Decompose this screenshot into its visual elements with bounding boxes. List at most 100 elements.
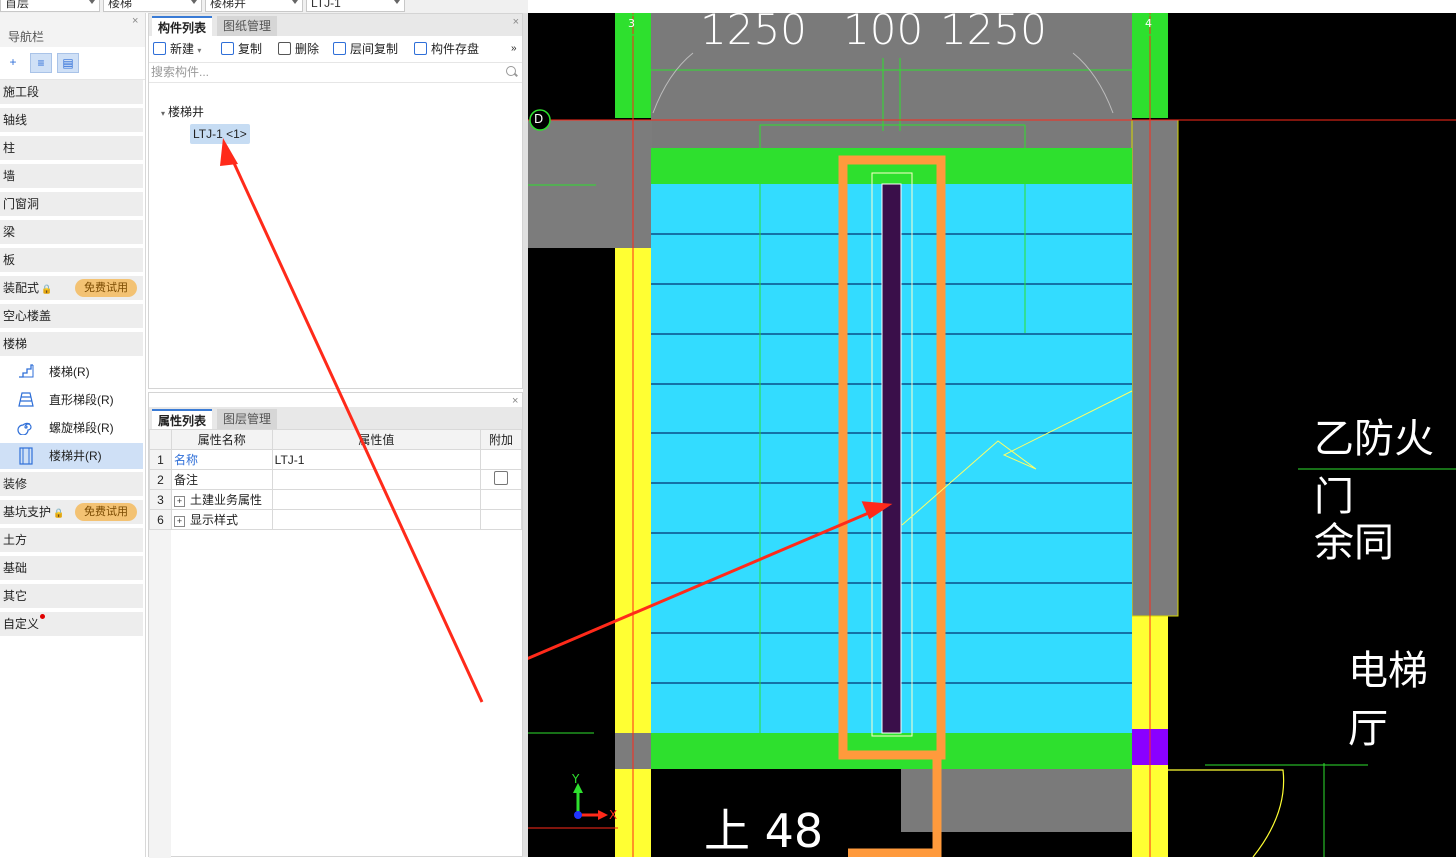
- free-trial-badge[interactable]: 免费试用: [75, 503, 137, 521]
- add-icon[interactable]: +: [2, 53, 24, 73]
- nav-item-construction-section[interactable]: 施工段: [0, 80, 143, 104]
- notification-dot: [40, 614, 45, 619]
- search-placeholder: 搜索构件...: [151, 65, 210, 79]
- category-dropdown[interactable]: 楼梯: [103, 0, 202, 12]
- nav-item-label: 空心楼盖: [3, 309, 52, 323]
- free-trial-badge[interactable]: 免费试用: [75, 279, 137, 297]
- axis-label-4: 4: [1145, 17, 1152, 30]
- search-icon[interactable]: [506, 66, 516, 76]
- nav-item-hollow-floor[interactable]: 空心楼盖: [0, 304, 143, 328]
- component-toolbar: 新建 ▾ 复制 删除 层间复制 构件存盘 »: [149, 36, 522, 63]
- detail-view-icon[interactable]: ▤: [57, 53, 79, 73]
- nav-item-stair[interactable]: 楼梯: [0, 332, 143, 356]
- floor-copy-button[interactable]: 层间复制: [333, 41, 398, 57]
- right-grey-block: [1131, 119, 1179, 617]
- dimension-1250-right: 1250: [940, 13, 1047, 54]
- close-icon[interactable]: ×: [132, 16, 138, 27]
- nav-toolbar: + ≡ ▤: [0, 47, 145, 80]
- tree-root[interactable]: ▾ 楼梯井: [161, 103, 204, 120]
- trash-icon: [278, 42, 291, 55]
- nav-item-label: 自定义: [3, 617, 40, 631]
- copy-button[interactable]: 复制: [221, 41, 262, 57]
- nav-item-label: 基础: [3, 561, 28, 575]
- component-dropdown[interactable]: LTJ-1: [306, 0, 405, 12]
- elevator-hall-label: 电梯厅: [1348, 648, 1428, 752]
- axis-label-d: D: [534, 112, 544, 126]
- save-icon: [414, 42, 427, 55]
- save-component-button-label: 构件存盘: [431, 42, 480, 56]
- nav-sub-label: 直形梯段(R): [49, 393, 114, 407]
- nav-item-label: 土方: [3, 533, 28, 547]
- nav-item-wall[interactable]: 墙: [0, 164, 143, 188]
- nav-sub-straight-flight[interactable]: 直形梯段(R): [0, 387, 143, 413]
- ucs-x-arrow: [598, 810, 608, 820]
- new-icon: [153, 42, 166, 55]
- nav-item-label: 轴线: [3, 113, 28, 127]
- tab-drawing-management[interactable]: 图纸管理: [217, 16, 278, 36]
- component-panel-tabs: 构件列表 图纸管理 ×: [149, 14, 522, 36]
- nav-sub-stairwell[interactable]: 楼梯井(R): [0, 443, 143, 469]
- up-48-label: 上 48: [704, 804, 824, 857]
- door-arc: [1168, 769, 1285, 857]
- nav-sub-label: 楼梯(R): [49, 365, 90, 379]
- nav-panel: × 导航栏 + ≡ ▤ 施工段 轴线 柱 墙 门窗洞 梁 板 装配式 🔒 免费试用…: [0, 13, 146, 857]
- delete-button-label: 删除: [295, 42, 320, 56]
- annotation-overlay: [220, 138, 484, 703]
- component-dropdown-value: LTJ-1: [311, 0, 341, 10]
- list-view-icon[interactable]: ≡: [30, 53, 52, 73]
- nav-item-earthwork[interactable]: 土方: [0, 528, 143, 552]
- nav-item-decoration[interactable]: 装修: [0, 472, 143, 496]
- spiral-flight-icon: [16, 419, 36, 437]
- lock-icon: 🔒: [53, 508, 65, 518]
- save-component-button[interactable]: 构件存盘: [414, 41, 479, 57]
- nav-item-beam[interactable]: 梁: [0, 220, 143, 244]
- nav-item-label: 梁: [3, 225, 16, 239]
- stairwell-icon: [16, 447, 36, 465]
- nav-item-slab[interactable]: 板: [0, 248, 143, 272]
- nav-item-label: 板: [3, 253, 16, 267]
- straight-flight-icon: [16, 391, 36, 409]
- nav-item-prefab[interactable]: 装配式 🔒 免费试用: [0, 276, 143, 300]
- dropdown-arrow-icon: ▾: [197, 46, 202, 55]
- nav-item-label: 基坑支护: [3, 505, 52, 519]
- nav-sub-stair[interactable]: 楼梯(R): [0, 359, 143, 385]
- dimension-1250-left: 1250: [700, 13, 807, 54]
- nav-item-column[interactable]: 柱: [0, 136, 143, 160]
- dimension-100: 100: [843, 13, 924, 54]
- nav-item-axis[interactable]: 轴线: [0, 108, 143, 132]
- tree-root-label: 楼梯井: [168, 105, 205, 119]
- nav-item-label: 柱: [3, 141, 16, 155]
- nav-item-foundation[interactable]: 基础: [0, 556, 143, 580]
- delete-button[interactable]: 删除: [278, 41, 319, 57]
- component-search-input[interactable]: 搜索构件...: [149, 62, 522, 83]
- cad-canvas[interactable]: 3 4 D 1250 100 1250 乙防火门 余同 电梯厅 上 48 Y X: [528, 13, 1456, 857]
- more-icon[interactable]: »: [511, 41, 517, 57]
- nav-title: 导航栏: [8, 30, 45, 44]
- stair-icon: [16, 363, 36, 381]
- nav-item-pit-support[interactable]: 基坑支护 🔒 免费试用: [0, 500, 143, 524]
- ucs-x-label: X: [609, 808, 618, 822]
- nav-item-label: 门窗洞: [3, 197, 40, 211]
- ucs-origin: [574, 811, 582, 819]
- floor-copy-button-label: 层间复制: [350, 42, 399, 56]
- nav-item-custom[interactable]: 自定义: [0, 612, 143, 636]
- category-dropdown-value: 楼梯: [108, 0, 133, 10]
- tab-component-list[interactable]: 构件列表: [152, 16, 213, 36]
- close-icon[interactable]: ×: [513, 17, 519, 28]
- new-button[interactable]: 新建 ▾: [153, 41, 201, 59]
- type-dropdown-value: 楼梯井: [210, 0, 247, 10]
- nav-item-label: 墙: [3, 169, 16, 183]
- nav-item-other[interactable]: 其它: [0, 584, 143, 608]
- nav-header: × 导航栏: [0, 13, 145, 47]
- same-as-label: 余同: [1314, 520, 1394, 566]
- fire-door-label: 乙防火门: [1314, 416, 1434, 520]
- type-dropdown[interactable]: 楼梯井: [205, 0, 303, 12]
- nav-item-door-window[interactable]: 门窗洞: [0, 192, 143, 216]
- top-dropdown-bar: 首层 楼梯 楼梯井 LTJ-1: [0, 0, 528, 13]
- nav-sub-spiral-flight[interactable]: 螺旋梯段(R): [0, 415, 143, 441]
- floor-dropdown-value: 首层: [5, 0, 30, 10]
- nav-item-label: 其它: [3, 589, 28, 603]
- nav-sub-label: 楼梯井(R): [49, 449, 102, 463]
- floor-dropdown[interactable]: 首层: [0, 0, 100, 12]
- expand-arrow-icon[interactable]: ▾: [161, 109, 165, 118]
